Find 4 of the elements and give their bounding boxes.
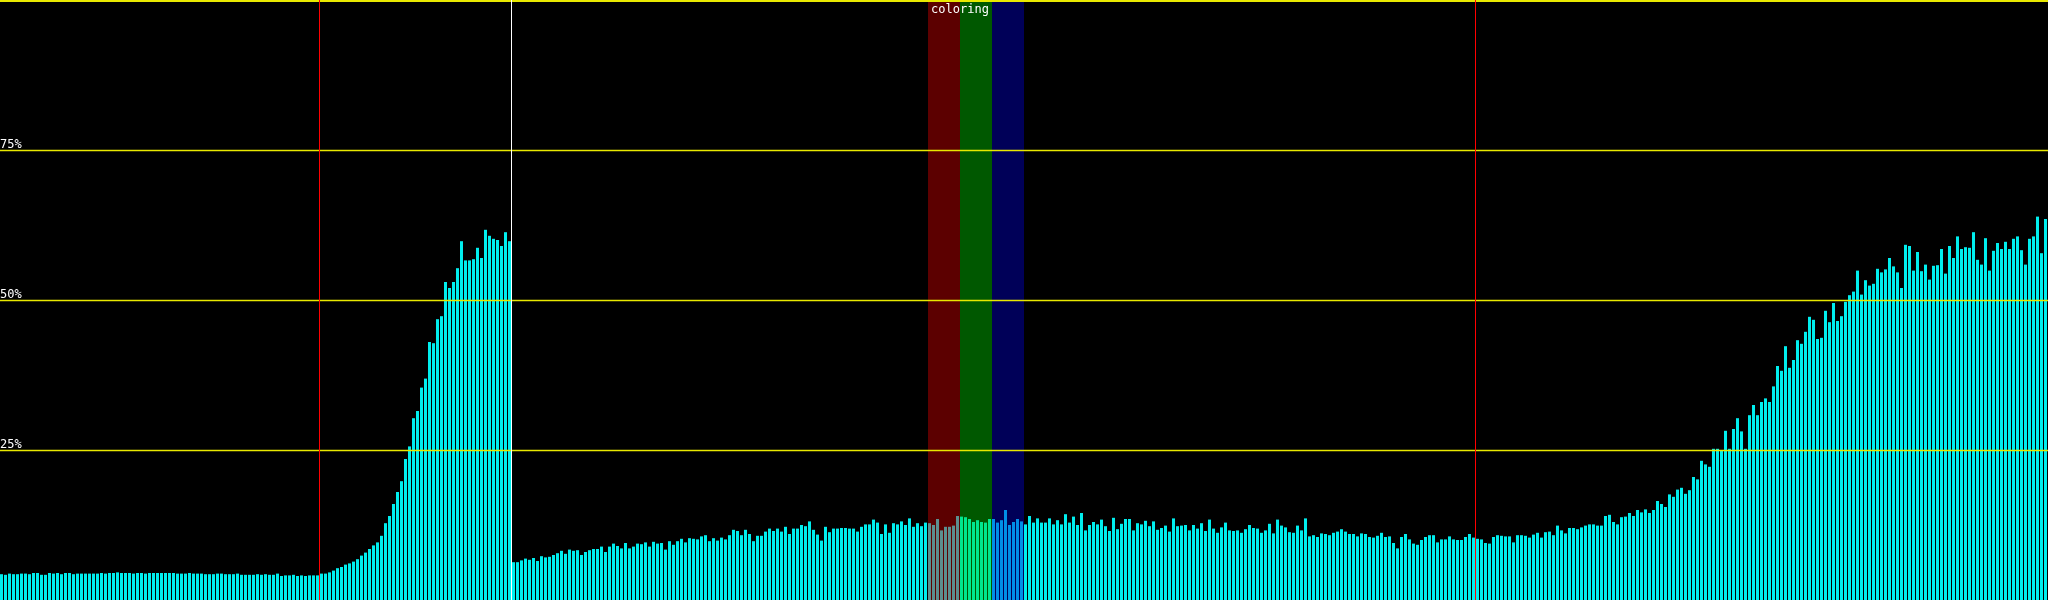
axis-label: 25% [0,436,22,451]
axis-label: 75% [0,136,22,151]
axis-label: 50% [0,286,22,301]
band-label: coloring [931,2,989,16]
